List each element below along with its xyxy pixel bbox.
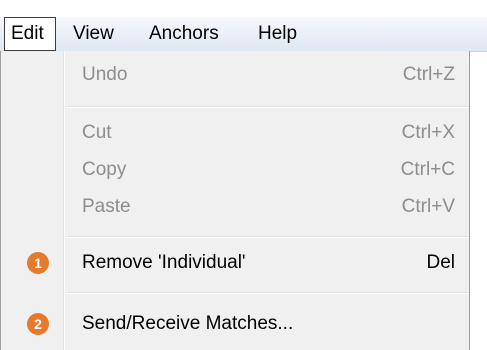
menu-item-label: Copy — [82, 159, 127, 180]
menu-item-shortcut: Ctrl+Z — [402, 64, 455, 85]
menu-item-remove-individual[interactable]: 1 Remove 'Individual' Del — [1, 245, 469, 281]
callout-badge-2: 2 — [27, 313, 49, 335]
edit-dropdown-menu: Undo Ctrl+Z Cut Ctrl+X Copy Ctrl+C Paste… — [0, 51, 470, 350]
callout-badge-1: 1 — [27, 252, 49, 274]
menu-item-paste[interactable]: Paste Ctrl+V — [1, 189, 469, 225]
menu-separator — [67, 236, 469, 238]
menu-item-label: Send/Receive Matches... — [82, 313, 294, 334]
menu-edit[interactable]: Edit — [4, 17, 56, 51]
menu-bar: Edit View Anchors Help — [0, 17, 487, 52]
menu-item-label: Undo — [82, 64, 128, 85]
menu-item-send-receive-matches[interactable]: 2 Send/Receive Matches... — [1, 306, 469, 342]
menu-item-shortcut: Ctrl+X — [401, 122, 455, 143]
menu-separator — [67, 292, 469, 294]
menu-item-label: Paste — [82, 196, 131, 217]
menu-item-shortcut: Ctrl+V — [401, 196, 455, 217]
menu-anchors[interactable]: Anchors — [149, 17, 219, 51]
menu-item-label: Remove 'Individual' — [82, 252, 246, 273]
menu-item-copy[interactable]: Copy Ctrl+C — [1, 152, 469, 188]
menu-item-shortcut: Ctrl+C — [400, 159, 455, 180]
application-window: Edit View Anchors Help Undo Ctrl+Z Cut C… — [0, 0, 487, 350]
menu-help[interactable]: Help — [258, 17, 297, 51]
menu-item-cut[interactable]: Cut Ctrl+X — [1, 115, 469, 151]
menu-view[interactable]: View — [73, 17, 114, 51]
menu-separator — [67, 106, 469, 108]
menu-item-shortcut: Del — [426, 252, 455, 273]
menu-item-undo[interactable]: Undo Ctrl+Z — [1, 57, 469, 93]
menu-item-label: Cut — [82, 122, 112, 143]
